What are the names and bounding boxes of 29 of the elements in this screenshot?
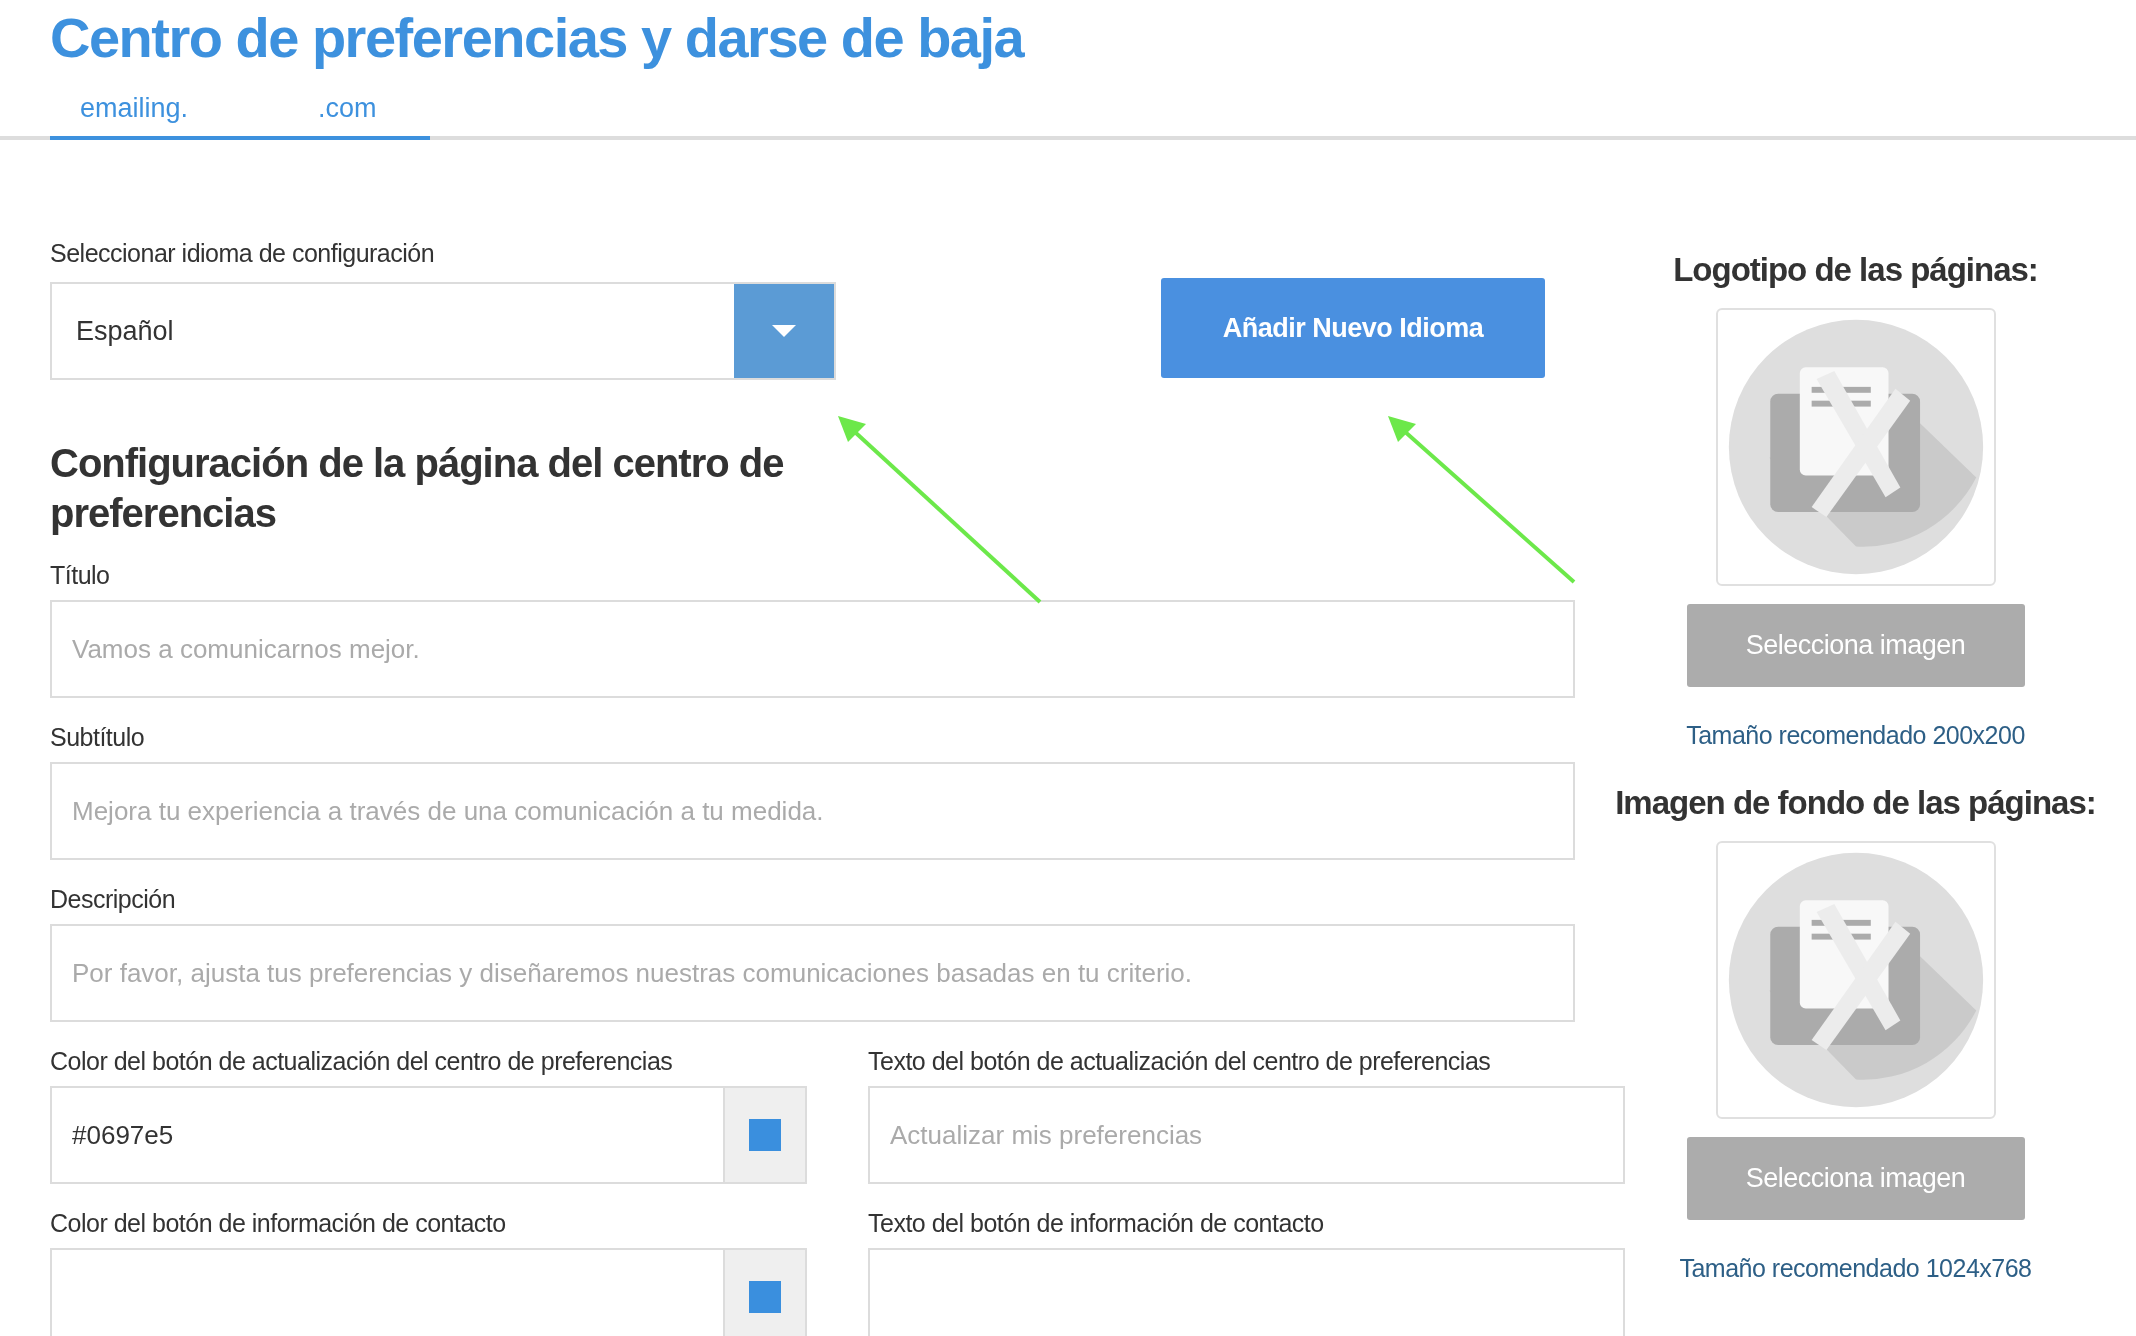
select-value: Español (75, 314, 175, 348)
tab[interactable]: emailing. .com (50, 88, 430, 140)
caret-icon (772, 325, 796, 337)
page-title: Centro de preferencias y darse de baja (50, 5, 1026, 71)
swatch-button[interactable] (723, 1088, 805, 1182)
add-language-button[interactable]: Añadir Nuevo Idioma (1161, 278, 1545, 378)
text-field[interactable]: Mejora tu experiencia a través de una comunicación a tu medida. (50, 762, 1575, 860)
section-heading: Logotipo de las páginas: (1673, 250, 2038, 290)
swatch-button[interactable] (723, 1250, 805, 1336)
field-label: Color del botón de información de contacto (50, 1208, 507, 1239)
size-hint: Tamaño recomendado 1024x768 (1679, 1252, 2032, 1284)
field-label: Descripción (50, 884, 177, 915)
text-field[interactable]: Vamos a comunicarnos mejor. (50, 600, 1575, 698)
text-field[interactable] (868, 1248, 1625, 1336)
select-image-button[interactable]: Selecciona imagen (1686, 604, 2025, 687)
field-label: Texto del botón de actualización del centro de preferencias (868, 1046, 1492, 1077)
field-label: Título (50, 560, 111, 591)
section-heading: Configuración de la página del centro de preferencias (50, 440, 785, 537)
field-label: Seleccionar idioma de configuración (50, 238, 436, 269)
field-label: Subtítulo (50, 722, 146, 753)
field-label: Color del botón de actualización del centro de preferencias (50, 1046, 674, 1077)
dropdown-button[interactable] (734, 284, 834, 378)
field-label: Texto del botón de información de contacto (868, 1208, 1325, 1239)
text-field[interactable]: Actualizar mis preferencias (868, 1086, 1625, 1184)
language-select[interactable]: Español (50, 282, 836, 380)
section-heading: Imagen de fondo de las páginas: (1615, 782, 2096, 823)
text-field[interactable]: Por favor, ajusta tus preferencias y diseñaremos nuestras comunicaciones basadas en tu criterio. (50, 924, 1575, 1022)
size-hint: Tamaño recomendado 200x200 (1686, 720, 2025, 751)
select-image-button[interactable]: Selecciona imagen (1686, 1136, 2025, 1220)
